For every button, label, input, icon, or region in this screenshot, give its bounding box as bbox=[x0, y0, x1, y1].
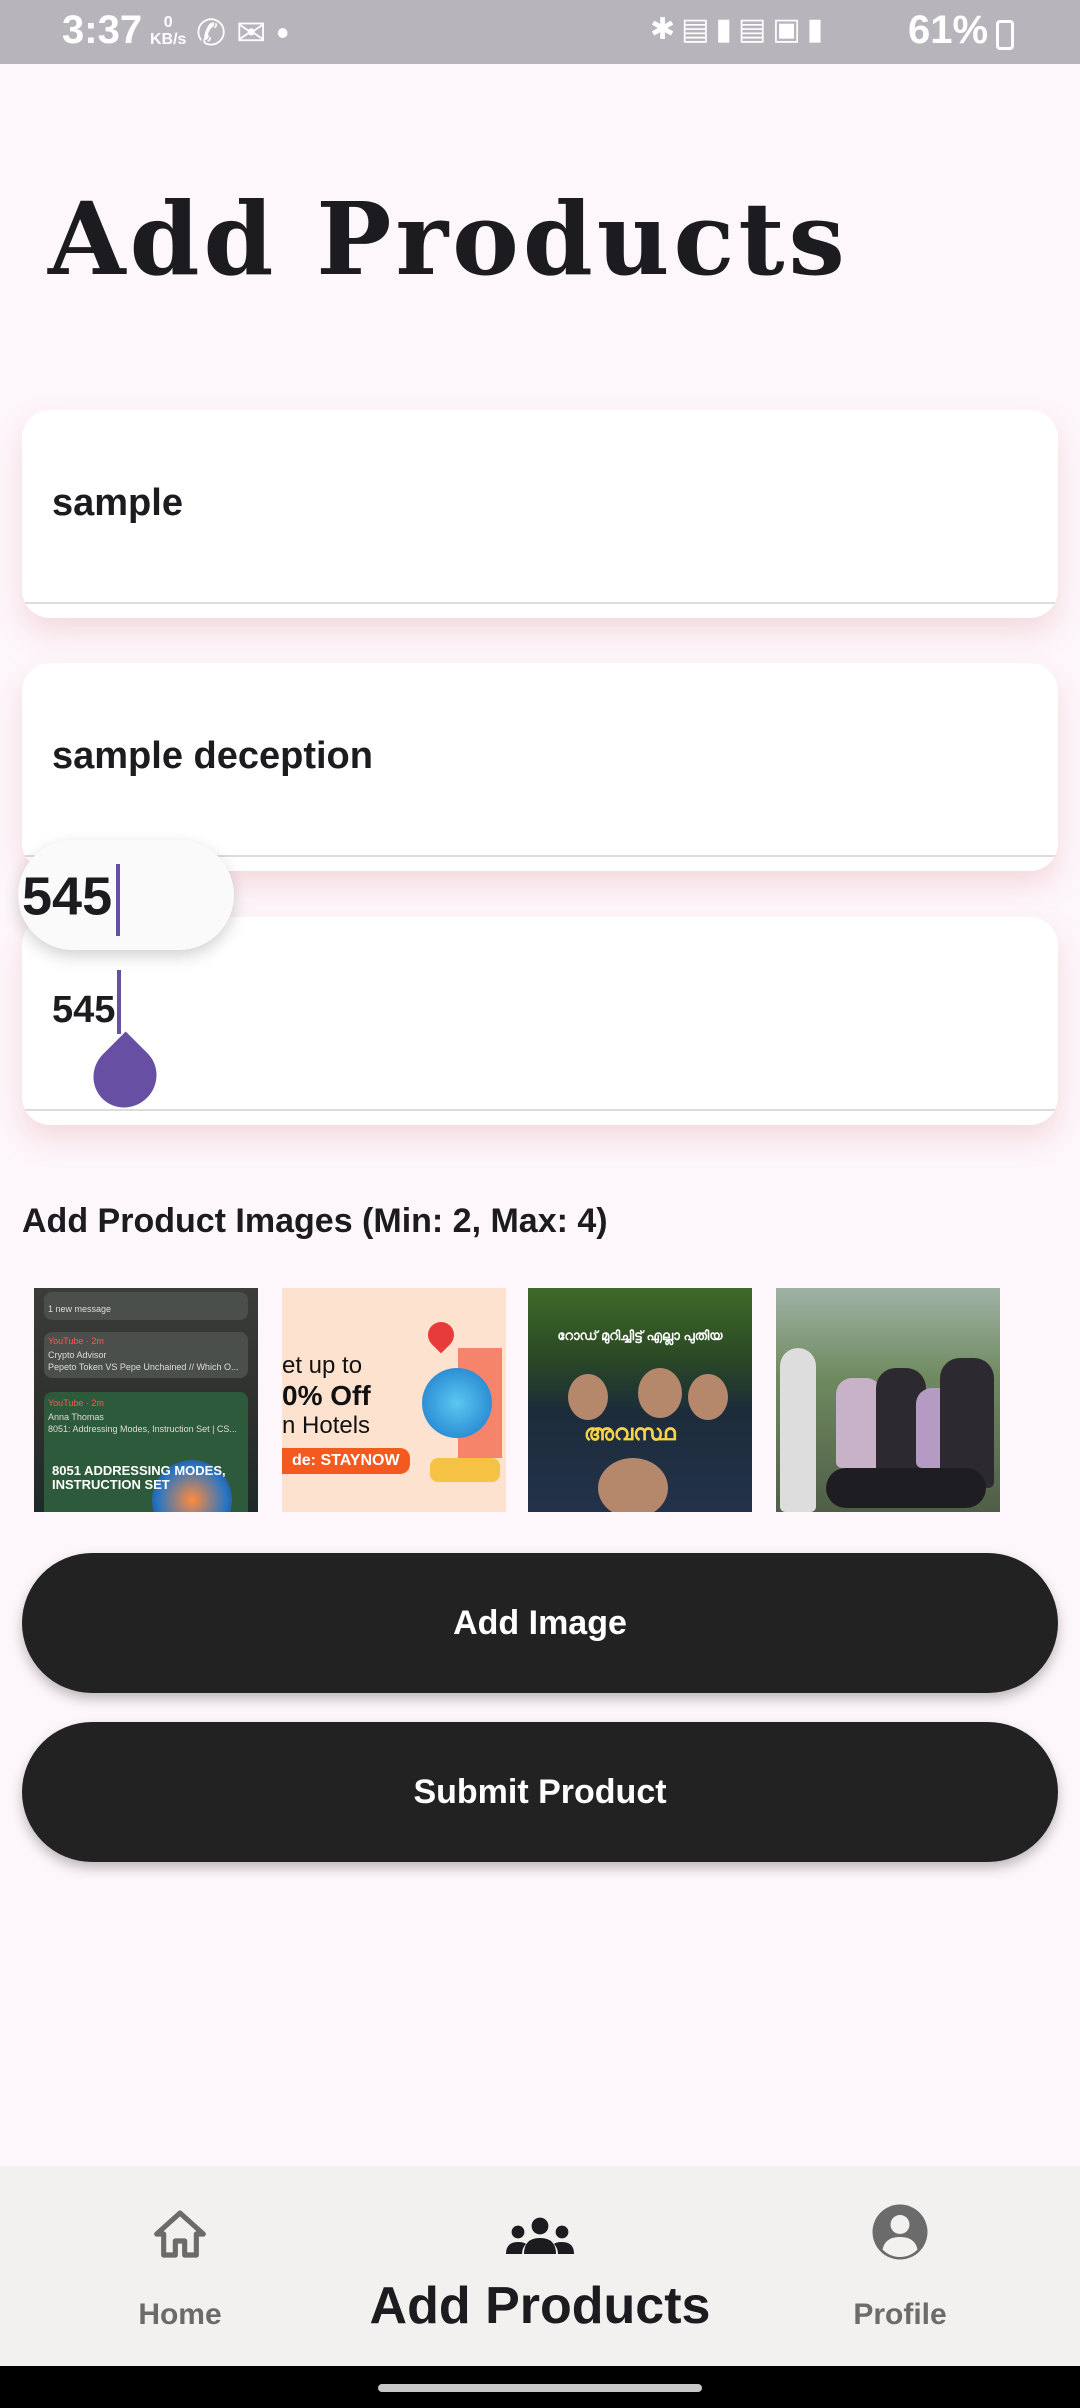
home-icon bbox=[154, 2210, 206, 2258]
thumb-face bbox=[688, 1374, 728, 1420]
thumb-caption: അവസ്ഥ bbox=[584, 1420, 676, 1445]
product-image-thumbnail-3[interactable]: റോഡ് മുറിച്ചിട്ട് എല്ലാ പുതിയ അവസ്ഥ bbox=[528, 1288, 752, 1512]
product-name-field[interactable]: sample bbox=[22, 410, 1058, 618]
map-pin-icon bbox=[422, 1316, 460, 1354]
thumb-caption: റോഡ് മുറിച്ചിട്ട് എല്ലാ പുതിയ bbox=[557, 1328, 723, 1343]
magnifier-cursor bbox=[116, 864, 121, 936]
network-speed-value: 0 bbox=[163, 14, 173, 31]
thumb-text: YouTube · 2m bbox=[48, 1398, 104, 1408]
battery-icon bbox=[996, 20, 1014, 50]
product-price-text: 545 bbox=[52, 989, 116, 1031]
dot-icon: • bbox=[276, 12, 299, 53]
nav-label-add-products: Add Products bbox=[369, 2277, 711, 2335]
product-image-thumbnail-2[interactable]: et up to 0% Off n Hotels de: STAYNOW bbox=[282, 1288, 506, 1512]
text-magnifier: 545 bbox=[18, 840, 234, 950]
coins-graphic bbox=[430, 1458, 500, 1482]
thumb-face bbox=[638, 1368, 682, 1418]
network-speed: 0 KB/s bbox=[150, 14, 186, 48]
field-underline bbox=[22, 1109, 1058, 1111]
gesture-navigation-area bbox=[0, 2366, 1080, 2408]
thumb-text: YouTube · 2m bbox=[48, 1336, 104, 1346]
thumb-text: Anna Thomas bbox=[48, 1412, 104, 1422]
volte-lte1-icon: ▤ bbox=[681, 13, 716, 46]
volte-5g2-icon: ▤ bbox=[738, 13, 773, 46]
thumb-code-badge: de: STAYNOW bbox=[282, 1448, 410, 1474]
thumb-person bbox=[780, 1348, 816, 1512]
gmail-icon: ✉ bbox=[236, 12, 277, 53]
nav-item-profile[interactable]: Profile bbox=[780, 2166, 1020, 2366]
thumb-text: Pepeto Token VS Pepe Unchained // Which … bbox=[48, 1362, 239, 1372]
magnifier-value: 545 bbox=[22, 866, 113, 927]
submit-product-button[interactable]: Submit Product bbox=[22, 1722, 1058, 1862]
bottom-navigation: Home Add Products Profile bbox=[0, 2166, 1080, 2366]
product-description-value: sample deception bbox=[52, 735, 373, 777]
text-cursor bbox=[117, 969, 122, 1034]
page-title: Add Products bbox=[48, 180, 849, 298]
thumb-text: n Hotels bbox=[282, 1412, 371, 1439]
add-image-button[interactable]: Add Image bbox=[22, 1553, 1058, 1693]
nav-item-home[interactable]: Home bbox=[60, 2166, 300, 2366]
thumb-text: et up to bbox=[282, 1352, 363, 1379]
nav-label-home: Home bbox=[138, 2298, 222, 2331]
whatsapp-icon: ✆ bbox=[196, 12, 237, 53]
product-image-thumbnail-1[interactable]: 1 new message YouTube · 2m Crypto Adviso… bbox=[34, 1288, 258, 1512]
thumb-text: 0% Off bbox=[282, 1380, 371, 1411]
product-name-value: sample bbox=[52, 482, 183, 524]
account-circle-icon bbox=[872, 2204, 928, 2260]
signal-icon: ▮ bbox=[806, 13, 830, 46]
bluetooth-icon: ✱ bbox=[650, 13, 682, 46]
group-icon bbox=[506, 2217, 574, 2254]
nav-label-profile: Profile bbox=[853, 2298, 947, 2331]
magnifier-text: 545 bbox=[22, 864, 121, 936]
notification-icons: ✆✉• bbox=[196, 12, 299, 54]
product-image-thumbnail-4[interactable] bbox=[776, 1288, 1000, 1512]
battery-percent: 61% bbox=[908, 8, 989, 52]
thumb-headline: 8051 ADDRESSING MODES, INSTRUCTION SET bbox=[52, 1463, 226, 1492]
signal-icon: ▮ bbox=[715, 13, 739, 46]
thumb-text: 8051: Addressing Modes, Instruction Set … bbox=[48, 1424, 237, 1434]
thumb-face bbox=[598, 1458, 668, 1512]
system-icons: ✱▤▮▤▣▮ bbox=[650, 12, 829, 47]
product-price-value: 545 bbox=[52, 969, 122, 1034]
field-underline bbox=[22, 602, 1058, 604]
images-label: Add Product Images (Min: 2, Max: 4) bbox=[22, 1202, 608, 1240]
thumb-scooter bbox=[826, 1468, 986, 1508]
gesture-handle[interactable] bbox=[378, 2384, 702, 2392]
thumb-face bbox=[568, 1374, 608, 1420]
thumb-text: 1 new message bbox=[48, 1304, 112, 1314]
status-bar: 3:37 0 KB/s ✆✉• ✱▤▮▤▣▮ 61% bbox=[0, 0, 1080, 64]
network-speed-unit: KB/s bbox=[150, 31, 187, 48]
globe-graphic bbox=[422, 1368, 492, 1438]
status-time: 3:37 bbox=[62, 8, 143, 52]
nav-item-add-products[interactable]: Add Products bbox=[340, 2166, 740, 2366]
thumb-text: Crypto Advisor bbox=[48, 1350, 107, 1360]
5g-icon: ▣ bbox=[772, 13, 807, 46]
